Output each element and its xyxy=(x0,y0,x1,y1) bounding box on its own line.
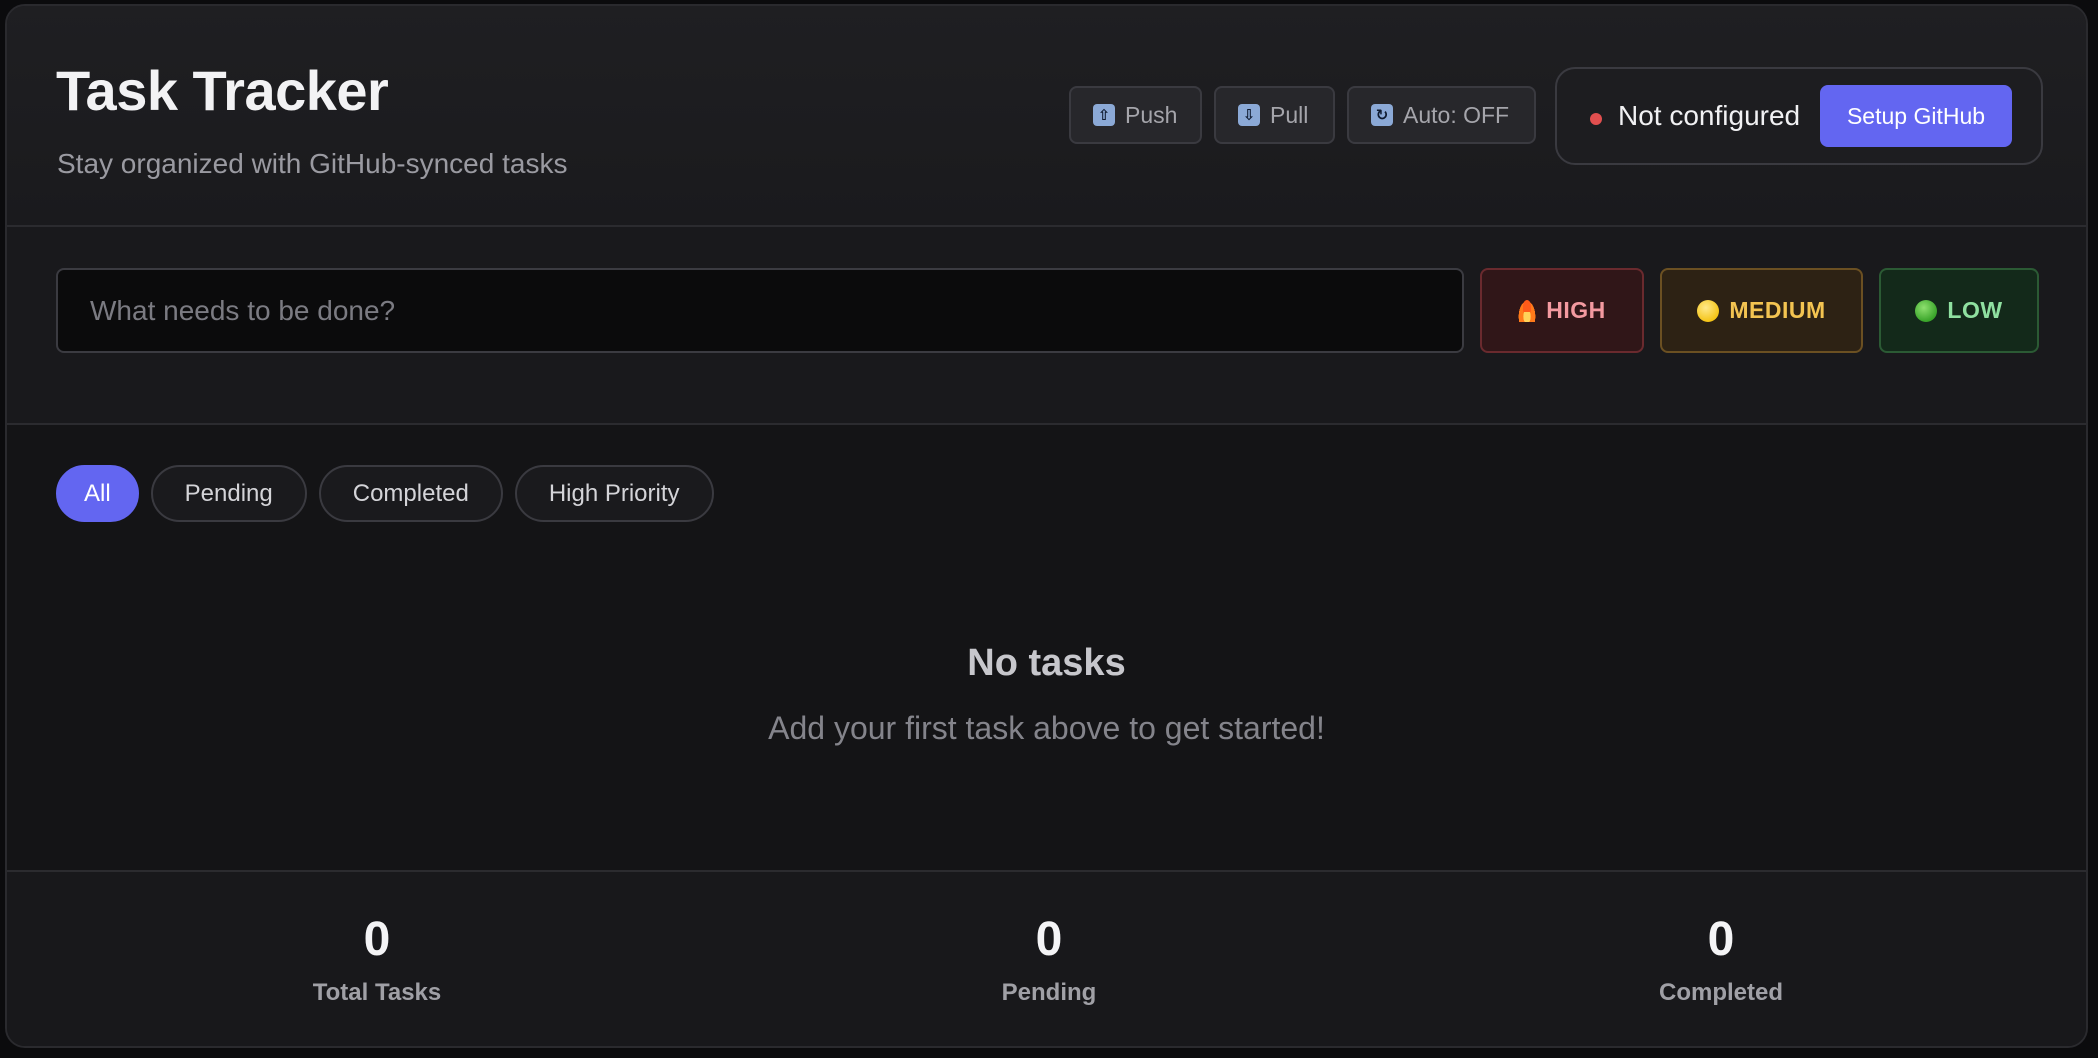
stat-label: Completed xyxy=(1658,979,1783,1006)
setup-github-button[interactable]: Setup GitHub xyxy=(1820,85,2012,147)
yellow-circle-icon xyxy=(1697,299,1720,322)
priority-low-button[interactable]: LOW xyxy=(1879,268,2039,353)
page-subtitle: Stay organized with GitHub-synced tasks xyxy=(57,148,568,179)
stat-total-tasks: 0 Total Tasks xyxy=(227,872,527,1007)
stat-value: 0 xyxy=(1035,913,1063,966)
task-input[interactable] xyxy=(56,268,1464,353)
refresh-icon: ↻ xyxy=(1371,104,1393,126)
stat-label: Total Tasks xyxy=(312,979,442,1006)
priority-low-label: LOW xyxy=(1947,297,2003,323)
arrow-down-icon: ⇩ xyxy=(1238,104,1260,126)
empty-state-message: Add your first task above to get started… xyxy=(768,710,1325,746)
filter-all[interactable]: All xyxy=(56,465,139,522)
empty-state-title: No tasks xyxy=(967,642,1126,684)
stat-value: 0 xyxy=(363,913,391,966)
arrow-up-icon: ⇧ xyxy=(1093,104,1115,126)
auto-sync-toggle[interactable]: ↻ Auto: OFF xyxy=(1347,86,1536,144)
status-dot-icon xyxy=(1590,113,1602,125)
task-tracker-app: Task Tracker Stay organized with GitHub-… xyxy=(5,4,2088,1048)
filter-bar: All Pending Completed High Priority xyxy=(56,465,714,522)
priority-medium-label: MEDIUM xyxy=(1729,297,1826,323)
github-status-panel: Not configured Setup GitHub xyxy=(1555,67,2043,165)
stats-bar: 0 Total Tasks 0 Pending 0 Completed xyxy=(7,870,2086,1046)
filter-high-priority[interactable]: High Priority xyxy=(514,465,714,522)
header: Task Tracker Stay organized with GitHub-… xyxy=(7,6,2086,227)
new-task-section: HIGH MEDIUM LOW xyxy=(7,227,2086,425)
status-text: Not configured xyxy=(1618,100,1801,131)
priority-medium-button[interactable]: MEDIUM xyxy=(1660,268,1863,353)
priority-high-button[interactable]: HIGH xyxy=(1480,268,1644,353)
stat-pending: 0 Pending xyxy=(899,872,1199,1007)
stat-completed: 0 Completed xyxy=(1571,872,1871,1007)
page-title: Task Tracker xyxy=(56,59,389,122)
pull-label: Pull xyxy=(1270,101,1309,128)
push-button[interactable]: ⇧ Push xyxy=(1069,86,1202,144)
filter-pending[interactable]: Pending xyxy=(150,465,307,522)
fire-icon xyxy=(1518,299,1537,322)
push-label: Push xyxy=(1125,101,1178,128)
filter-completed[interactable]: Completed xyxy=(318,465,503,522)
priority-high-label: HIGH xyxy=(1546,297,1606,323)
stat-label: Pending xyxy=(1001,979,1097,1006)
auto-sync-label: Auto: OFF xyxy=(1403,101,1510,128)
green-circle-icon xyxy=(1915,299,1938,322)
pull-button[interactable]: ⇩ Pull xyxy=(1214,86,1335,144)
stat-value: 0 xyxy=(1707,913,1735,966)
